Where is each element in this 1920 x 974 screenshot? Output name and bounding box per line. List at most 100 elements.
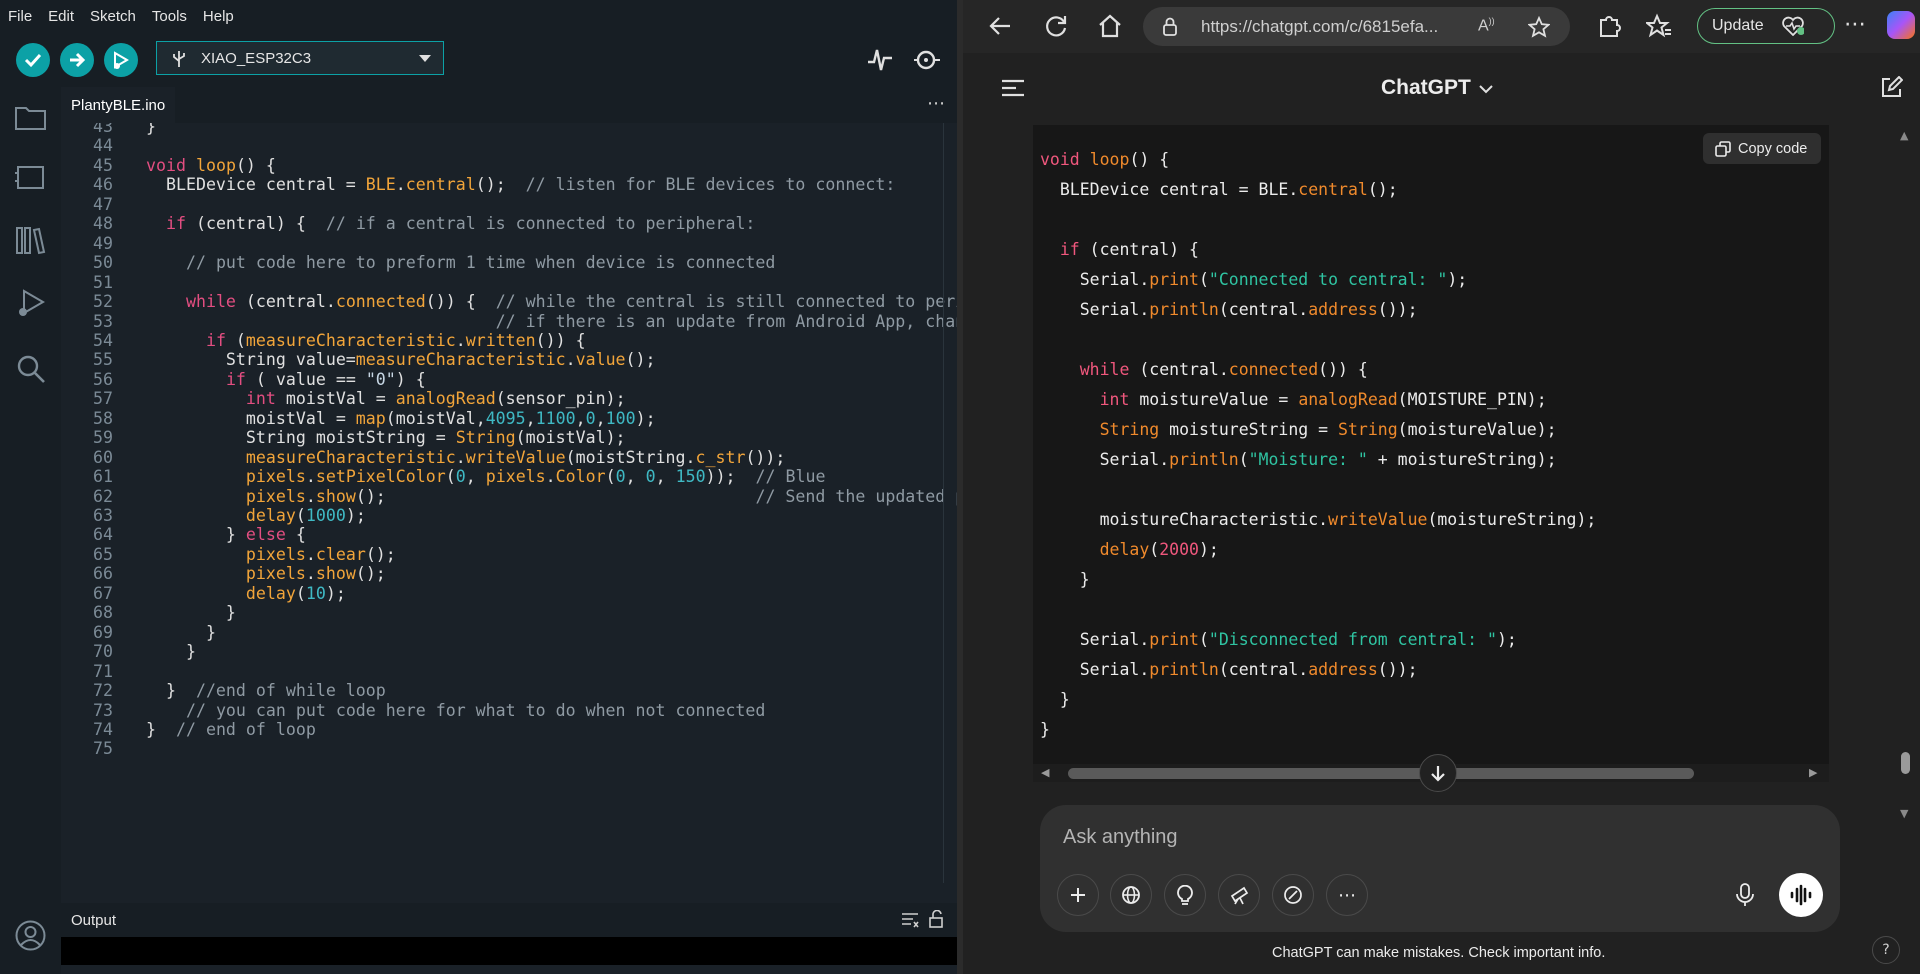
copy-icon xyxy=(1715,140,1731,157)
scroll-left-icon[interactable]: ◀ xyxy=(1041,766,1049,779)
window-divider xyxy=(957,0,963,974)
disclaimer-text: ChatGPT can make mistakes. Check importa… xyxy=(1272,945,1606,961)
reason-button[interactable] xyxy=(1164,874,1206,916)
chat-code-line: Serial.print("Connected to central: "); xyxy=(1040,270,1468,289)
code-line[interactable]: 75 xyxy=(61,737,957,761)
chat-code-line: while (central.connected()) { xyxy=(1079,360,1368,379)
chevron-down-icon xyxy=(419,55,431,62)
search-web-button[interactable] xyxy=(1110,874,1152,916)
serial-monitor-button[interactable] xyxy=(912,46,942,74)
chat-code-line: int moistureValue = analogRead(MOISTURE_… xyxy=(1099,390,1547,409)
help-button[interactable]: ? xyxy=(1872,936,1900,964)
chat-code-line: } xyxy=(1040,690,1070,709)
brush-icon xyxy=(1284,886,1302,904)
ide-tabbar: PlantyBLE.ino ⋯ xyxy=(61,87,957,123)
debug-button[interactable] xyxy=(104,43,138,77)
library-icon[interactable] xyxy=(14,224,47,257)
board-name: XIAO_ESP32C3 xyxy=(201,49,312,67)
chat-code-line: if (central) { xyxy=(1059,240,1199,259)
more-options-icon[interactable]: ⋯ xyxy=(1844,12,1866,37)
read-aloud-icon[interactable]: A)) xyxy=(1478,16,1495,35)
chat-input[interactable]: Ask anything xyxy=(1063,826,1178,849)
deep-research-button[interactable] xyxy=(1218,874,1260,916)
scroll-down-icon[interactable]: ▼ xyxy=(1900,807,1908,820)
menu-tools[interactable]: Tools xyxy=(144,8,195,25)
chat-code-line: } xyxy=(1040,720,1050,739)
menu-edit[interactable]: Edit xyxy=(40,8,82,25)
chat-code-line: void loop() { xyxy=(1040,150,1170,169)
chevron-down-icon[interactable] xyxy=(1479,85,1493,94)
create-image-button[interactable] xyxy=(1272,874,1314,916)
tab-plantyble[interactable]: PlantyBLE.ino xyxy=(61,87,176,123)
copilot-icon[interactable] xyxy=(1887,11,1915,39)
chat-code-line: String moistureString = String(moistureV… xyxy=(1099,420,1557,439)
sidebar-toggle-icon[interactable] xyxy=(1001,79,1025,97)
editor-scrollbar[interactable] xyxy=(943,123,944,883)
back-icon[interactable] xyxy=(988,13,1014,39)
output-panel-header: Output xyxy=(61,903,957,937)
telescope-icon xyxy=(1230,886,1249,905)
favorites-icon[interactable] xyxy=(1646,13,1672,39)
update-button[interactable]: Update xyxy=(1697,8,1835,44)
serial-plotter-button[interactable] xyxy=(866,46,894,74)
account-icon[interactable] xyxy=(14,919,47,952)
lightbulb-icon xyxy=(1177,885,1193,905)
dictate-button[interactable] xyxy=(1733,882,1757,908)
menu-help[interactable]: Help xyxy=(195,8,242,25)
chat-header: ChatGPT xyxy=(1001,53,1913,125)
search-icon[interactable] xyxy=(14,352,47,385)
usb-icon xyxy=(173,51,185,67)
update-label: Update xyxy=(1712,17,1764,34)
star-icon[interactable] xyxy=(1528,16,1550,38)
chat-code-line: Serial.print("Disconnected from central:… xyxy=(1040,630,1517,649)
scroll-up-icon[interactable]: ▲ xyxy=(1900,129,1908,142)
board-manager-icon[interactable] xyxy=(14,161,47,194)
folder-icon[interactable] xyxy=(14,101,47,134)
extensions-icon[interactable] xyxy=(1596,13,1622,39)
home-icon[interactable] xyxy=(1097,13,1123,39)
voice-mode-button[interactable] xyxy=(1779,873,1823,917)
code-editor[interactable]: 43} 44 45 void loop() {46 BLEDevice central… xyxy=(61,123,957,895)
ide-sidebar xyxy=(0,87,61,974)
chat-code-line: Serial.println(central.address()); xyxy=(1040,660,1418,679)
debug-icon xyxy=(114,51,129,69)
address-bar[interactable]: https://chatgpt.com/c/6815efa... A)) xyxy=(1143,7,1570,46)
plus-icon xyxy=(1071,888,1085,902)
page-scroll-thumb[interactable] xyxy=(1901,752,1910,774)
debug-sidebar-icon[interactable] xyxy=(14,287,47,320)
refresh-icon[interactable] xyxy=(1043,13,1069,39)
globe-icon xyxy=(1122,886,1140,904)
more-icon[interactable]: ⋯ xyxy=(927,93,945,114)
clear-output-icon[interactable] xyxy=(901,912,919,928)
scroll-to-bottom-button[interactable] xyxy=(1419,754,1457,792)
menu-file[interactable]: File xyxy=(0,8,40,25)
chat-code-line: moistureCharacteristic.writeValue(moistu… xyxy=(1040,510,1597,529)
chat-code-line: Serial.println(central.address()); xyxy=(1040,300,1418,319)
upload-button[interactable] xyxy=(60,43,94,77)
verify-button[interactable] xyxy=(16,43,50,77)
output-panel xyxy=(61,937,957,965)
board-selector[interactable]: XIAO_ESP32C3 xyxy=(156,41,444,75)
scroll-right-icon[interactable]: ▶ xyxy=(1809,766,1817,779)
plotter-icon xyxy=(868,49,892,71)
lock-icon[interactable] xyxy=(928,910,944,928)
more-tools-button[interactable]: ⋯ xyxy=(1326,874,1368,916)
serial-monitor-icon xyxy=(914,50,940,70)
copy-code-button[interactable]: Copy code xyxy=(1703,133,1821,164)
chat-code-line: Serial.println("Moisture: " + moistureSt… xyxy=(1040,450,1557,469)
line-number: 75 xyxy=(93,739,113,759)
chat-code-line: BLEDevice central = BLE.central(); xyxy=(1040,180,1398,199)
arrow-right-icon xyxy=(70,52,86,68)
new-chat-icon[interactable] xyxy=(1879,76,1903,100)
microphone-icon xyxy=(1736,883,1754,906)
model-selector[interactable]: ChatGPT xyxy=(1381,76,1471,100)
menu-sketch[interactable]: Sketch xyxy=(82,8,144,25)
lock-icon[interactable] xyxy=(1162,17,1178,36)
add-attachment-button[interactable] xyxy=(1057,874,1099,916)
page-scrollbar[interactable]: ▲ ▼ xyxy=(1897,125,1915,825)
scroll-thumb[interactable] xyxy=(1068,768,1694,779)
heart-pulse-icon xyxy=(1782,16,1804,36)
output-title: Output xyxy=(71,911,117,929)
chat-code-line: } xyxy=(1040,570,1090,589)
chat-composer xyxy=(1040,805,1840,932)
